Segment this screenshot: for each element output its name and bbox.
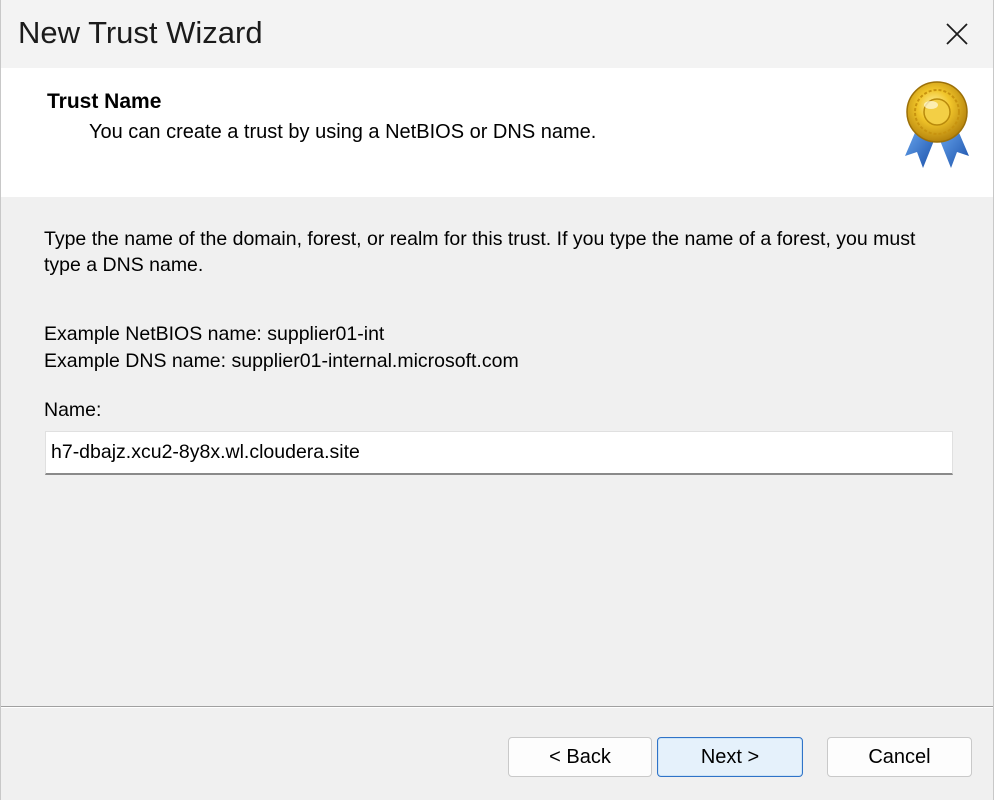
page-title: Trust Name (47, 90, 162, 113)
page-subtitle: You can create a trust by using a NetBIO… (89, 121, 597, 143)
example-dns-text: Example DNS name: supplier01-internal.mi… (44, 350, 519, 372)
footer-divider-highlight (1, 707, 993, 708)
title-bar: New Trust Wizard (1, 0, 993, 68)
header-divider (1, 196, 993, 197)
cancel-button[interactable]: Cancel (827, 737, 972, 777)
name-label: Name: (44, 399, 102, 421)
wizard-window: New Trust Wizard Trust Name You can crea… (0, 0, 994, 800)
award-ribbon-icon (905, 81, 969, 168)
next-button[interactable]: Next > (657, 737, 803, 777)
name-input[interactable] (45, 431, 953, 475)
close-icon (946, 23, 968, 45)
example-netbios-text: Example NetBIOS name: supplier01-int (44, 323, 385, 345)
close-button[interactable] (933, 10, 981, 58)
wizard-header: Trust Name You can create a trust by usi… (1, 68, 993, 197)
back-button[interactable]: < Back (508, 737, 652, 777)
instruction-text: Type the name of the domain, forest, or … (44, 228, 916, 276)
window-title: New Trust Wizard (18, 15, 263, 50)
